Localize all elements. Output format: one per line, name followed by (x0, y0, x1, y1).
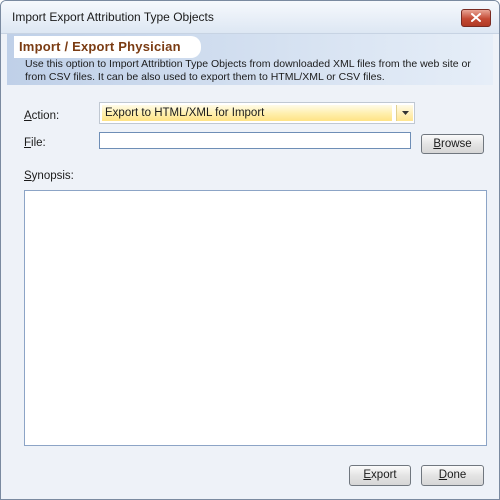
action-select-value: Export to HTML/XML for Import (102, 105, 392, 121)
header-panel: Import / Export Physician Use this optio… (7, 34, 493, 85)
close-button[interactable] (461, 9, 491, 27)
action-select[interactable]: Export to HTML/XML for Import (99, 102, 415, 124)
form-area: Action: Export to HTML/XML for Import Fi… (7, 86, 493, 458)
export-button[interactable]: Export (349, 465, 411, 486)
done-button[interactable]: Done (421, 465, 484, 486)
file-label: File: (24, 137, 46, 149)
action-select-arrow[interactable] (396, 105, 413, 121)
file-path-input[interactable] (99, 132, 411, 149)
close-icon (471, 13, 481, 22)
header-title: Import / Export Physician (19, 39, 181, 54)
title-bar[interactable]: Import Export Attribution Type Objects (1, 1, 499, 34)
action-label: Action: (24, 110, 60, 122)
synopsis-textarea[interactable] (24, 190, 487, 446)
browse-button[interactable]: Browse (421, 134, 484, 154)
chevron-down-icon (402, 111, 409, 115)
dialog-window: Import Export Attribution Type Objects I… (0, 0, 500, 500)
header-title-tab: Import / Export Physician (14, 36, 201, 58)
footer-bar: Export Done (1, 459, 499, 499)
header-description: Use this option to Import Attribtion Typ… (25, 58, 471, 83)
window-title: Import Export Attribution Type Objects (12, 10, 214, 24)
synopsis-label: Synopsis: (24, 170, 74, 182)
